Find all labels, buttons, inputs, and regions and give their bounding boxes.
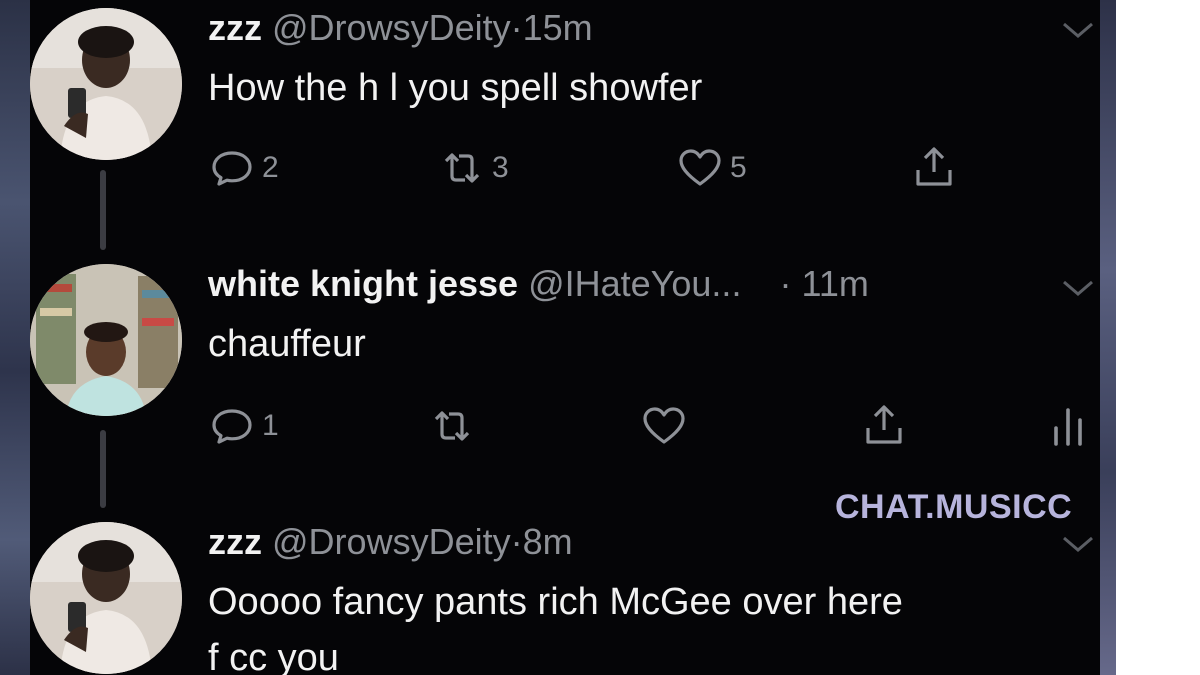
- retweet-button[interactable]: [428, 402, 476, 450]
- tweet-text: chauffeur: [208, 323, 366, 365]
- avatar[interactable]: [30, 522, 182, 674]
- thread-connector: [100, 430, 106, 508]
- share-icon: [916, 147, 952, 186]
- left-background-strip: [0, 0, 30, 675]
- avatar[interactable]: [30, 264, 182, 416]
- timestamp[interactable]: 11m: [801, 263, 868, 304]
- reply-count: 2: [262, 151, 279, 184]
- like-count: 5: [730, 151, 747, 184]
- reply-button[interactable]: 2: [208, 144, 279, 192]
- reply-count: 1: [262, 409, 279, 442]
- tweet-thread: zzz @DrowsyDeity·15m How the h l you spe…: [30, 0, 1100, 675]
- retweet-icon: [434, 411, 470, 441]
- tweet-actions: 1: [208, 402, 1088, 452]
- timestamp[interactable]: 8m: [523, 521, 573, 562]
- retweet-button[interactable]: 3: [438, 144, 509, 192]
- analytics-icon: [1054, 408, 1082, 446]
- tweet-header: zzz @DrowsyDeity·8m: [208, 522, 573, 562]
- display-name[interactable]: white knight jesse: [208, 263, 518, 304]
- tweet-text: How the h l you spell showfer: [208, 67, 703, 109]
- tweet-actions: 2 3 5: [208, 144, 1088, 194]
- right-background-strip: [1100, 0, 1116, 675]
- chevron-down-icon[interactable]: [1060, 18, 1096, 42]
- tweet-header: zzz @DrowsyDeity·15m: [208, 8, 593, 48]
- like-button[interactable]: 5: [676, 144, 747, 192]
- separator: ·: [510, 7, 523, 48]
- reply-button[interactable]: 1: [208, 402, 279, 450]
- right-margin: [1116, 0, 1200, 675]
- separator: ·: [510, 521, 523, 562]
- retweet-icon: [444, 153, 480, 183]
- share-button[interactable]: [860, 402, 908, 450]
- tweet-text-line-2: f cc you: [208, 637, 339, 675]
- thread-connector: [100, 170, 106, 250]
- display-name[interactable]: zzz: [208, 521, 262, 562]
- avatar[interactable]: [30, 8, 182, 160]
- chevron-down-icon[interactable]: [1060, 532, 1096, 556]
- reply-icon: [212, 151, 252, 186]
- analytics-button[interactable]: [1046, 402, 1094, 450]
- chevron-down-icon[interactable]: [1060, 276, 1096, 300]
- like-icon: [643, 407, 685, 444]
- display-name[interactable]: zzz: [208, 7, 262, 48]
- reply-icon: [212, 409, 252, 444]
- share-button[interactable]: [910, 144, 958, 192]
- timestamp[interactable]: 15m: [523, 7, 593, 48]
- tweet-text: Ooooo fancy pants rich McGee over here: [208, 581, 903, 623]
- user-handle[interactable]: @IHateYou...: [528, 263, 741, 304]
- share-icon: [866, 405, 902, 444]
- user-handle[interactable]: @DrowsyDeity: [272, 521, 511, 562]
- like-button[interactable]: [640, 402, 688, 450]
- user-handle[interactable]: @DrowsyDeity: [272, 7, 511, 48]
- separator: ·: [779, 263, 792, 304]
- like-icon: [679, 149, 721, 186]
- tweet-header: white knight jesse @IHateYou... · 11m: [208, 264, 869, 304]
- watermark: CHAT.MUSICC: [835, 488, 1073, 526]
- retweet-count: 3: [492, 151, 509, 184]
